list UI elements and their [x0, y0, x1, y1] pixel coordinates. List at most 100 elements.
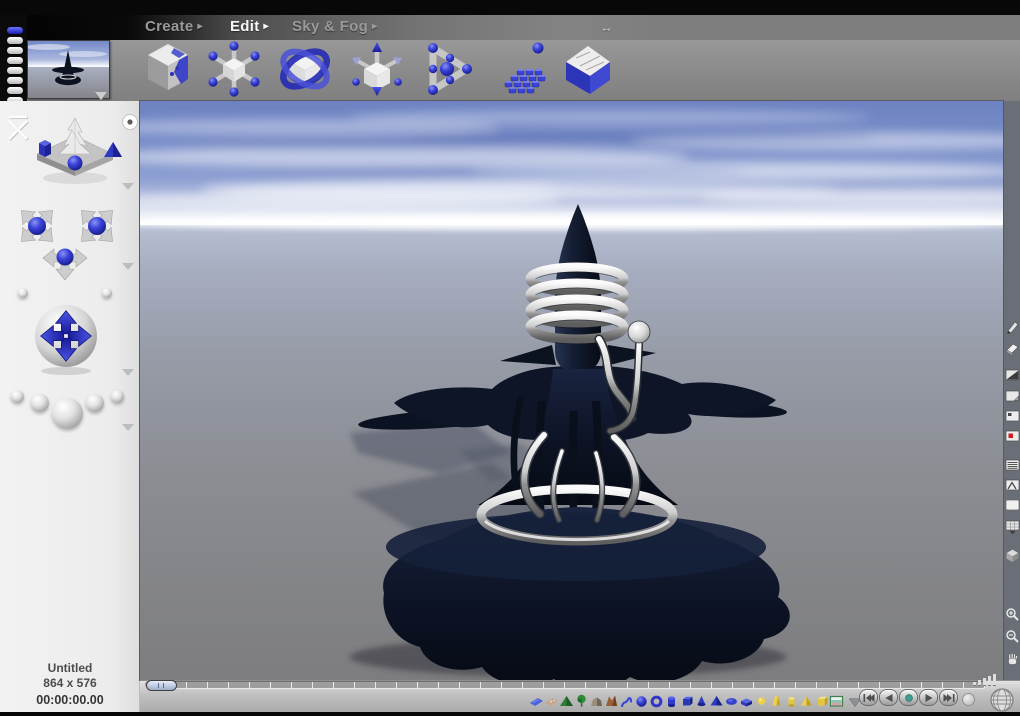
create-pyramid-button[interactable]	[709, 692, 724, 711]
palette-pill-6[interactable]	[7, 77, 23, 84]
create-torus-button[interactable]	[649, 692, 664, 711]
timeline-thumb[interactable]	[146, 680, 177, 691]
play-forward-button[interactable]	[919, 689, 938, 706]
pan-hand-tool[interactable]	[1005, 651, 1020, 666]
create-cloud-plane-button[interactable]	[544, 692, 559, 711]
create-rock-button[interactable]	[589, 692, 604, 711]
tree-icon	[577, 694, 586, 707]
create-terrain-button[interactable]	[559, 692, 574, 711]
palette-pill-7[interactable]	[7, 87, 23, 94]
create-cube-button[interactable]	[679, 692, 694, 711]
menu-edit[interactable]: Edit ▸	[230, 18, 269, 35]
reposition-tool-button[interactable]	[348, 40, 406, 103]
zoom-out-tool[interactable]	[1005, 629, 1020, 644]
render-button[interactable]	[1005, 430, 1020, 445]
timeline-track[interactable]	[145, 681, 986, 689]
camera-memory-dot-left[interactable]	[18, 288, 28, 298]
symmetrical-lattice-icon	[606, 695, 617, 706]
render-mode-split-button[interactable]	[1005, 369, 1020, 384]
rotate-tool-button[interactable]	[275, 40, 335, 103]
materials-tool-button[interactable]	[141, 40, 195, 101]
play-reverse-button[interactable]	[879, 689, 898, 706]
create-disc-button[interactable]	[724, 692, 739, 711]
grid-options-button[interactable]	[1005, 520, 1020, 535]
blank-panel-button[interactable]	[1005, 499, 1020, 514]
create-sphere-button[interactable]	[634, 692, 649, 711]
menu-sky-fog[interactable]: Sky & Fog ▸	[292, 18, 377, 35]
palette-pill-1[interactable]	[7, 27, 23, 34]
banking-sphere-1[interactable]	[11, 390, 24, 403]
multi-replicate-icon	[504, 42, 546, 94]
bryce-app-window: Create ▸ Edit ▸ Sky & Fog ▸ ↔ Untitled 8…	[0, 0, 1020, 716]
palette-pill-3[interactable]	[7, 47, 23, 54]
create-palette-preview[interactable]	[25, 110, 125, 195]
wireframe-mountain-icon	[1005, 479, 1020, 491]
blank-panel-icon	[1005, 499, 1020, 511]
network-globe-button[interactable]	[988, 686, 1016, 714]
scene-viewport[interactable]	[139, 100, 1004, 681]
alignment-triangle-icon	[428, 43, 472, 95]
create-water-plane-button[interactable]	[529, 692, 544, 711]
menu-create[interactable]: Create ▸	[145, 18, 203, 35]
menu-edit-label: Edit	[230, 18, 260, 35]
banking-sphere-4[interactable]	[86, 394, 104, 412]
create-preview-dropdown-triangle[interactable]	[122, 183, 134, 190]
record-icon	[904, 693, 913, 702]
palette-pill-5[interactable]	[7, 67, 23, 74]
trackball-dropdown-triangle[interactable]	[122, 369, 134, 376]
palette-pill-2[interactable]	[7, 37, 23, 44]
pan-control-dropdown-triangle[interactable]	[122, 263, 134, 270]
camera-memory-dot-right[interactable]	[102, 288, 112, 298]
eraser-tool[interactable]	[1005, 341, 1020, 356]
create-tree-button[interactable]	[574, 692, 589, 711]
rendered-scene	[140, 101, 1003, 680]
cylinder-icon	[668, 696, 675, 708]
banking-sphere-5[interactable]	[111, 390, 124, 403]
create-lattice-button[interactable]	[604, 692, 619, 711]
banking-sphere-3[interactable]	[52, 398, 83, 429]
zoom-in-icon	[1006, 608, 1019, 621]
resize-tool-button[interactable]	[206, 40, 262, 103]
create-picture-button[interactable]	[829, 692, 844, 711]
picture-object-icon	[829, 695, 844, 707]
plop-render-button[interactable]	[1005, 410, 1020, 425]
create-cylinder-button[interactable]	[664, 692, 679, 711]
terrain-editor-button[interactable]	[560, 40, 616, 103]
step-forward-button[interactable]	[939, 689, 958, 706]
camera-pan-control-center[interactable]	[36, 240, 94, 293]
create-cone-button[interactable]	[694, 692, 709, 711]
banking-sphere-2[interactable]	[31, 394, 49, 412]
create-parallel-light-button[interactable]	[814, 692, 829, 711]
create-spotlight-button[interactable]	[769, 692, 784, 711]
pyramid-icon	[710, 696, 723, 706]
render-icon	[1005, 430, 1020, 442]
palette-pill-4[interactable]	[7, 57, 23, 64]
record-button[interactable]	[899, 689, 918, 706]
depth-cube-button[interactable]	[1005, 548, 1020, 563]
timeline-scale-bars-icon[interactable]	[973, 674, 999, 685]
alignment-tool-button[interactable]	[419, 40, 477, 103]
create-radial-light-button[interactable]	[754, 692, 769, 711]
rock-icon	[591, 697, 602, 706]
depth-cube-icon	[1006, 549, 1019, 562]
banking-dropdown-triangle[interactable]	[122, 424, 134, 431]
step-back-button[interactable]	[859, 689, 878, 706]
create-square-spotlight-button[interactable]	[799, 692, 814, 711]
timeline-scale-knob[interactable]	[962, 693, 975, 706]
zoom-in-tool[interactable]	[1005, 607, 1020, 622]
hand-icon	[1008, 652, 1018, 665]
sphere-icon	[636, 696, 647, 707]
create-stretched-cube-button[interactable]	[739, 692, 754, 711]
palette-resize-handle-icon[interactable]: ↔	[600, 20, 613, 35]
window-bottom-strip	[0, 712, 1020, 716]
wireframe-mountain-button[interactable]	[1005, 479, 1020, 494]
nano-preview[interactable]	[26, 40, 110, 99]
create-round-light-button[interactable]	[784, 692, 799, 711]
multi-replicate-tool-button[interactable]	[495, 40, 557, 103]
camera-trackball[interactable]	[28, 300, 104, 381]
create-path-button[interactable]	[619, 692, 634, 711]
texture-lines-button[interactable]	[1005, 459, 1020, 474]
nano-preview-dropdown-triangle[interactable]	[95, 92, 107, 100]
page-flip-button[interactable]	[1005, 390, 1020, 405]
pencil-tool[interactable]	[1005, 320, 1020, 335]
